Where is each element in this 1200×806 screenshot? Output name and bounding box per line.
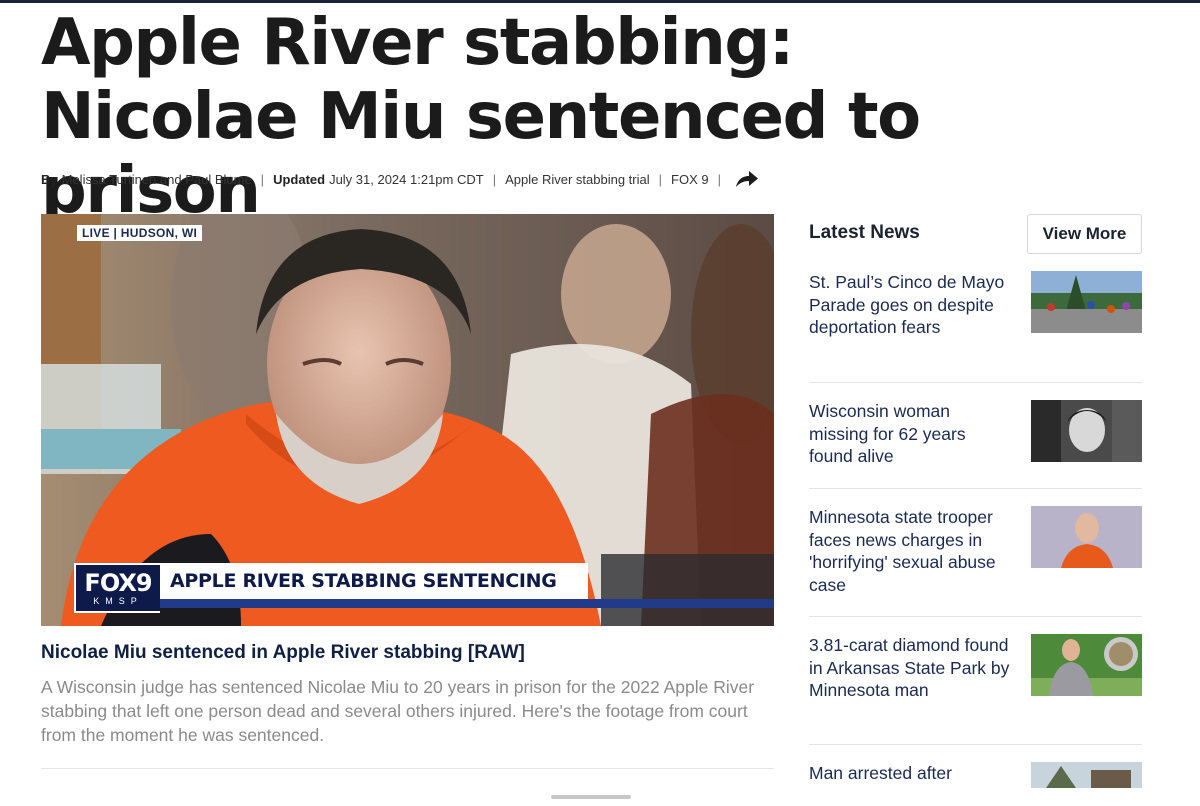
fox9-logo-main: FOX9: [84, 568, 152, 597]
news-separator: [809, 744, 1142, 745]
lower-third-stripe: [160, 599, 774, 608]
news-item-thumbnail[interactable]: [1031, 634, 1142, 696]
news-item-title[interactable]: 3.81-carat diamond found in Arkansas Sta…: [809, 634, 1014, 702]
news-item-thumbnail[interactable]: [1031, 271, 1142, 333]
top-accent-bar: [0, 0, 1200, 3]
updated-time: July 31, 2024 1:21pm CDT: [329, 171, 484, 187]
live-location-tag: LIVE | HUDSON, WI: [77, 225, 203, 241]
news-item[interactable]: Wisconsin woman missing for 62 years fou…: [809, 400, 1142, 472]
news-item[interactable]: Man arrested after: [809, 762, 1142, 788]
news-item-title[interactable]: Man arrested after: [809, 762, 1014, 785]
source-link[interactable]: FOX 9: [671, 172, 709, 187]
byline-separator: |: [492, 171, 497, 187]
video-player[interactable]: LIVE | HUDSON, WI FOX9 KMSP APPLE RIVER …: [41, 214, 774, 626]
byline-prefix: By: [41, 171, 58, 187]
topic-link[interactable]: Apple River stabbing trial: [505, 172, 650, 187]
news-separator: [809, 382, 1142, 383]
byline-separator: |: [260, 171, 265, 187]
news-item[interactable]: 3.81-carat diamond found in Arkansas Sta…: [809, 634, 1142, 729]
updated-label: Updated: [273, 171, 326, 187]
view-more-button[interactable]: View More: [1027, 214, 1142, 254]
byline-separator: |: [658, 171, 663, 187]
news-item-title[interactable]: Wisconsin woman missing for 62 years fou…: [809, 400, 1014, 468]
news-item[interactable]: St. Paul’s Cinco de Mayo Parade goes on …: [809, 271, 1142, 366]
article-byline: By Melissa Turtinen and Paul Blume | Upd…: [41, 168, 760, 190]
news-item-thumbnail[interactable]: [1031, 400, 1142, 462]
byline-authors[interactable]: Melissa Turtinen and Paul Blume: [62, 172, 252, 187]
news-item-title[interactable]: Minnesota state trooper faces news charg…: [809, 506, 1014, 596]
lower-third-headline: APPLE RIVER STABBING SENTENCING: [160, 563, 588, 599]
fox9-logo: FOX9 KMSP: [74, 563, 160, 613]
share-arrow-icon[interactable]: [734, 168, 760, 190]
news-separator: [809, 616, 1142, 617]
video-caption-description: A Wisconsin judge has sentenced Nicolae …: [41, 677, 755, 745]
news-item-thumbnail[interactable]: [1031, 762, 1142, 788]
fox9-logo-sub: KMSP: [93, 595, 143, 606]
latest-news-heading: Latest News: [809, 222, 920, 243]
article-headline: Apple River stabbing: Nicolae Miu senten…: [41, 6, 921, 228]
news-item[interactable]: Minnesota state trooper faces news charg…: [809, 506, 1142, 601]
news-item-title[interactable]: St. Paul’s Cinco de Mayo Parade goes on …: [809, 271, 1014, 339]
video-lower-third: FOX9 KMSP APPLE RIVER STABBING SENTENCIN…: [74, 563, 774, 613]
byline-separator: |: [717, 171, 721, 187]
video-caption-title[interactable]: Nicolae Miu sentenced in Apple River sta…: [41, 642, 525, 664]
content-divider: [41, 768, 774, 769]
news-separator: [809, 488, 1142, 489]
news-item-thumbnail[interactable]: [1031, 506, 1142, 568]
scroll-handle[interactable]: [551, 795, 631, 799]
